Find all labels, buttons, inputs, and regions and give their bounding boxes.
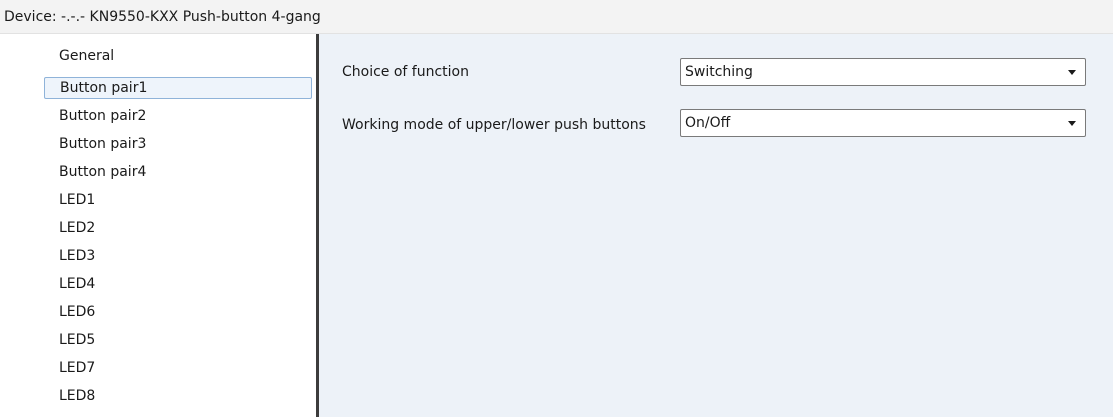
sidebar-item-label: LED1 xyxy=(59,192,96,208)
sidebar-item-led8[interactable]: LED8 xyxy=(44,386,312,408)
sidebar-item-button-pair4[interactable]: Button pair4 xyxy=(44,162,312,184)
sidebar-item-led2[interactable]: LED2 xyxy=(44,218,312,240)
sidebar-item-label: Button pair3 xyxy=(59,136,147,152)
choice-of-function-label: Choice of function xyxy=(342,64,469,80)
device-parameter-window: Device: -.-.- KN9550-KXX Push-button 4-g… xyxy=(0,0,1113,417)
sidebar-item-label: LED7 xyxy=(59,360,96,376)
working-mode-dropdown[interactable]: On/Off xyxy=(680,109,1086,137)
parameter-sidebar: General Button pair1 Button pair2 Button… xyxy=(0,34,316,417)
sidebar-item-led7[interactable]: LED7 xyxy=(44,358,312,380)
sidebar-item-button-pair2[interactable]: Button pair2 xyxy=(44,106,312,128)
sidebar-item-led5[interactable]: LED5 xyxy=(44,330,312,352)
sidebar-item-label: General xyxy=(59,48,115,64)
choice-of-function-dropdown[interactable]: Switching xyxy=(680,58,1086,86)
chevron-down-icon xyxy=(1068,70,1076,75)
sidebar-item-led3[interactable]: LED3 xyxy=(44,246,312,268)
working-mode-label: Working mode of upper/lower push buttons xyxy=(342,117,646,133)
sidebar-item-label: Button pair4 xyxy=(59,164,147,180)
sidebar-item-label: Button pair1 xyxy=(60,80,148,96)
sidebar-item-label: LED8 xyxy=(59,388,96,404)
chevron-down-icon xyxy=(1068,121,1076,126)
sidebar-item-led4[interactable]: LED4 xyxy=(44,274,312,296)
sidebar-item-button-pair1[interactable]: Button pair1 xyxy=(44,77,312,99)
device-title: Device: -.-.- KN9550-KXX Push-button 4-g… xyxy=(4,9,321,25)
sidebar-item-label: LED6 xyxy=(59,304,96,320)
sidebar-item-label: Button pair2 xyxy=(59,108,147,124)
sidebar-item-button-pair3[interactable]: Button pair3 xyxy=(44,134,312,156)
sidebar-item-label: LED3 xyxy=(59,248,96,264)
sidebar-item-label: LED5 xyxy=(59,332,96,348)
device-title-bar: Device: -.-.- KN9550-KXX Push-button 4-g… xyxy=(0,0,1113,34)
sidebar-item-general[interactable]: General xyxy=(44,46,312,68)
sidebar-item-label: LED4 xyxy=(59,276,96,292)
working-mode-value: On/Off xyxy=(685,115,731,131)
sidebar-item-led1[interactable]: LED1 xyxy=(44,190,312,212)
sidebar-item-led6[interactable]: LED6 xyxy=(44,302,312,324)
choice-of-function-value: Switching xyxy=(685,64,753,80)
parameter-content-panel: Choice of function Switching Working mod… xyxy=(319,34,1113,417)
sidebar-item-label: LED2 xyxy=(59,220,96,236)
